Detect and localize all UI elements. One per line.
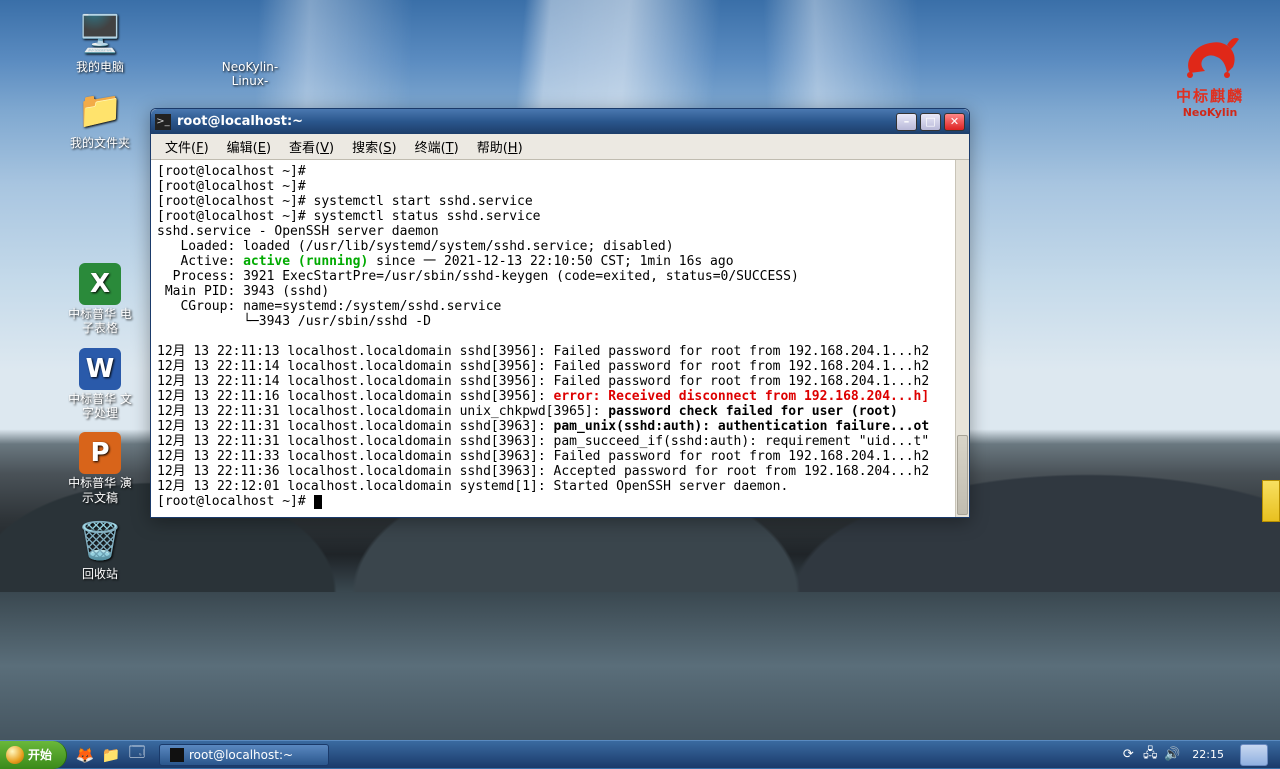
terminal-window: >_ root@localhost:~ – □ ✕ 文件(F) 编辑(E) 查看… [150,108,970,518]
term-line: 12月 13 22:11:31 localhost.localdomain ss… [157,419,929,434]
taskbar: 开始 🦊 📁 🗔 root@localhost:~ ⟳ 🖧 🔊 22:15 [0,740,1280,768]
desktop-icon-folder[interactable]: 📁 我的文件夹 [50,86,150,150]
dvd-icon [226,10,274,58]
terminal-app-icon: >_ [155,114,171,130]
term-line: 12月 13 22:12:01 localhost.localdomain sy… [157,479,788,494]
desktop-icon-dvd[interactable]: NeoKylin- Linux- [200,10,300,89]
desktop-icon-trash[interactable]: 🗑️ 回收站 [50,517,150,581]
close-button[interactable]: ✕ [944,113,965,131]
system-tray: ⟳ 🖧 🔊 22:15 [1112,744,1280,766]
neokylin-logo: 中标麒麟 NeoKylin [1165,25,1255,119]
window-title: root@localhost:~ [177,114,896,129]
icon-label: NeoKylin- Linux- [200,60,300,89]
computer-icon: 🖥️ [76,10,124,58]
menu-terminal[interactable]: 终端(T) [407,135,467,158]
spreadsheet-icon: X [79,263,121,305]
icon-label: 中标普华 文 字处理 [50,392,150,421]
desktop-icon-computer[interactable]: 🖥️ 我的电脑 [50,10,150,74]
term-line: [root@localhost ~]# [157,179,306,194]
ql-app[interactable]: 🗔 [125,743,149,767]
term-line: 12月 13 22:11:31 localhost.localdomain ss… [157,434,929,449]
menu-view[interactable]: 查看(V) [281,135,342,158]
show-desktop-button[interactable] [1240,744,1268,766]
cursor-icon [314,495,322,509]
terminal-scrollbar[interactable] [955,160,969,517]
term-line: 12月 13 22:11:14 localhost.localdomain ss… [157,359,929,374]
quick-launch: 🦊 📁 🗔 [67,743,155,767]
desktop-icons: 🖥️ 我的电脑 📁 我的文件夹 X 中标普华 电 子表格 W 中标普华 文 字处… [50,10,150,594]
logo-text-cn: 中标麒麟 [1165,85,1255,106]
minimize-button[interactable]: – [896,113,917,131]
term-prompt: [root@localhost ~]# [157,494,322,509]
taskbar-clock[interactable]: 22:15 [1186,748,1230,761]
desktop-icon-spreadsheet[interactable]: X 中标普华 电 子表格 [50,263,150,336]
taskbar-item-terminal[interactable]: root@localhost:~ [159,744,329,766]
trash-icon: 🗑️ [76,517,124,565]
term-line: Main PID: 3943 (sshd) [157,284,329,299]
ql-browser[interactable]: 🦊 [73,743,97,767]
scrollbar-thumb[interactable] [957,435,968,515]
menubar: 文件(F) 编辑(E) 查看(V) 搜索(S) 终端(T) 帮助(H) [151,134,969,160]
term-line: Process: 3921 ExecStartPre=/usr/sbin/ssh… [157,269,799,284]
term-line: 12月 13 22:11:14 localhost.localdomain ss… [157,374,929,389]
term-line: └─3943 /usr/sbin/sshd -D [157,314,431,329]
ql-files[interactable]: 📁 [99,743,123,767]
tray-network-icon[interactable]: 🖧 [1142,747,1158,763]
task-label: root@localhost:~ [189,748,293,762]
term-line: 12月 13 22:11:31 localhost.localdomain un… [157,404,898,419]
term-line: sshd.service - OpenSSH server daemon [157,224,439,239]
icon-label: 中标普华 电 子表格 [50,307,150,336]
desktop-icon-presentation[interactable]: P 中标普华 演 示文稿 [50,432,150,505]
start-button[interactable]: 开始 [0,741,67,769]
term-line: [root@localhost ~]# systemctl start sshd… [157,194,533,209]
side-panel-handle[interactable] [1262,480,1280,522]
term-line: Loaded: loaded (/usr/lib/systemd/system/… [157,239,674,254]
maximize-button[interactable]: □ [920,113,941,131]
terminal-icon [170,748,184,762]
logo-text-en: NeoKylin [1165,106,1255,119]
window-controls: – □ ✕ [896,113,965,131]
task-list: root@localhost:~ [155,744,1112,766]
start-label: 开始 [28,746,52,763]
term-line: [root@localhost ~]# systemctl status ssh… [157,209,541,224]
menu-search[interactable]: 搜索(S) [344,135,404,158]
term-line: CGroup: name=systemd:/system/sshd.servic… [157,299,501,314]
tray-update-icon[interactable]: ⟳ [1120,747,1136,763]
icon-label: 我的文件夹 [50,136,150,150]
writer-icon: W [79,348,121,390]
term-line: 12月 13 22:11:13 localhost.localdomain ss… [157,344,929,359]
terminal-output[interactable]: [root@localhost ~]# [root@localhost ~]# … [151,160,969,517]
menu-file[interactable]: 文件(F) [157,135,217,158]
titlebar[interactable]: >_ root@localhost:~ – □ ✕ [151,109,969,134]
term-line: 12月 13 22:11:33 localhost.localdomain ss… [157,449,929,464]
presentation-icon: P [79,432,121,474]
term-line: 12月 13 22:11:36 localhost.localdomain ss… [157,464,929,479]
start-orb-icon [6,746,24,764]
term-line: 12月 13 22:11:16 localhost.localdomain ss… [157,389,929,404]
folder-icon: 📁 [76,86,124,134]
tray-volume-icon[interactable]: 🔊 [1164,747,1180,763]
menu-edit[interactable]: 编辑(E) [219,135,279,158]
desktop-icon-writer[interactable]: W 中标普华 文 字处理 [50,348,150,421]
icon-label: 回收站 [50,567,150,581]
kylin-icon [1175,25,1245,83]
icon-label: 中标普华 演 示文稿 [50,476,150,505]
term-line: [root@localhost ~]# [157,164,306,179]
term-line: Active: active (running) since 一 2021-12… [157,254,734,269]
icon-label: 我的电脑 [50,60,150,74]
menu-help[interactable]: 帮助(H) [469,135,531,158]
